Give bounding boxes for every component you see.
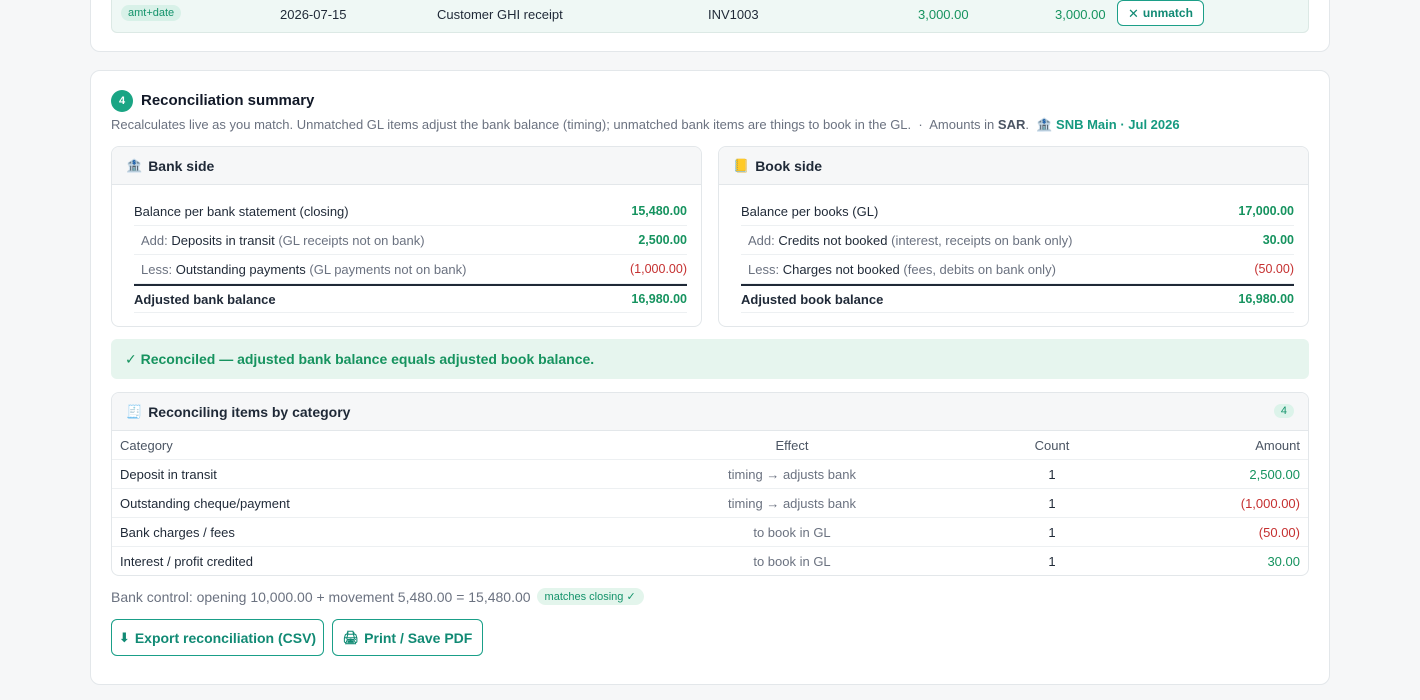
- table-row: Outstanding cheque/payment timing → adju…: [112, 489, 1308, 518]
- bank-balance-amount: 15,480.00: [631, 204, 687, 218]
- book-balance-line: Balance per books (GL) 17,000.00: [741, 197, 1294, 226]
- bank-icon: 🏦: [1036, 117, 1053, 132]
- deposits-in-transit-amount: 2,500.00: [638, 233, 687, 247]
- col-category: Category: [120, 438, 173, 453]
- col-amount: Amount: [1255, 438, 1300, 453]
- adjusted-book-balance-amount: 16,980.00: [1238, 292, 1294, 306]
- book-side-title: Book side: [755, 157, 823, 174]
- bank-icon: 🏦: [126, 158, 143, 173]
- match-type-badge: amt+date: [121, 5, 182, 21]
- receipt-icon: 🧾: [126, 404, 143, 419]
- unmatch-label: unmatch: [1142, 6, 1193, 20]
- amounts-prefix: Amounts in: [929, 117, 995, 132]
- adjusted-book-balance-line: Adjusted book balance 16,980.00: [741, 284, 1294, 313]
- table-row: Bank charges / fees to book in GL 1 (50.…: [112, 518, 1308, 547]
- reconciling-items-header: 🧾 Reconciling items by category 4: [112, 393, 1308, 431]
- charges-not-booked-amount: (50.00): [1254, 262, 1294, 276]
- bank-control-text: Bank control: opening 10,000.00 + moveme…: [111, 588, 531, 605]
- ledger-icon: 📒: [733, 158, 750, 173]
- row-gl-amount: 3,000.00: [1055, 7, 1106, 22]
- bank-control-line: Bank control: opening 10,000.00 + moveme…: [111, 588, 644, 605]
- bank-side-title: Bank side: [148, 157, 215, 174]
- section-subtitle: Recalculates live as you match. Unmatche…: [111, 117, 1180, 132]
- outstanding-payments-amount: (1,000.00): [630, 262, 687, 276]
- col-count: Count: [1034, 438, 1070, 453]
- row-bank-amount: 3,000.00: [918, 7, 969, 22]
- items-count-badge: 4: [1273, 404, 1294, 418]
- print-pdf-label: Print / Save PDF: [364, 629, 473, 646]
- adjusted-bank-balance-line: Adjusted bank balance 16,980.00: [134, 284, 687, 313]
- deposits-in-transit-line: Add: Deposits in transit (GL receipts no…: [134, 226, 687, 255]
- bank-side-panel: 🏦 Bank side Balance per bank statement (…: [111, 146, 702, 327]
- matches-closing-badge: matches closing ✓: [536, 588, 644, 605]
- unmatch-button[interactable]: ✕ unmatch: [1117, 0, 1204, 26]
- table-row: Interest / profit credited to book in GL…: [120, 554, 1300, 569]
- reconciled-status-banner: ✓ Reconciled — adjusted bank balance equ…: [111, 339, 1309, 379]
- step-badge: 4: [111, 90, 133, 112]
- adjusted-bank-balance-amount: 16,980.00: [631, 292, 687, 306]
- book-side-header: 📒 Book side: [719, 147, 1308, 185]
- credits-not-booked-line: Add: Credits not booked (interest, recei…: [741, 226, 1294, 255]
- amounts-suffix: .: [1025, 117, 1029, 132]
- print-pdf-button[interactable]: 🖨 Print / Save PDF: [332, 619, 483, 656]
- currency-code: SAR: [997, 117, 1026, 132]
- charges-not-booked-line: Less: Charges not booked (fees, debits o…: [741, 255, 1294, 284]
- matches-card: amt+date 2026-07-15 Customer GHI receipt…: [90, 0, 1330, 52]
- row-reference: INV1003: [708, 7, 759, 22]
- download-icon: ⬇: [118, 630, 130, 645]
- book-balance-amount: 17,000.00: [1238, 204, 1294, 218]
- table-header-row: Category Effect Count Amount: [112, 431, 1308, 460]
- section-title: Reconciliation summary: [141, 92, 315, 109]
- reconciling-items-title: Reconciling items by category: [148, 403, 351, 420]
- close-icon: ✕: [1128, 5, 1139, 21]
- credits-not-booked-amount: 30.00: [1262, 233, 1294, 247]
- reconciling-items-table: 🧾 Reconciling items by category 4 Catego…: [111, 392, 1309, 576]
- bank-side-header: 🏦 Bank side: [112, 147, 701, 185]
- subtitle-text: Recalculates live as you match. Unmatche…: [111, 117, 912, 132]
- bank-balance-line: Balance per bank statement (closing) 15,…: [134, 197, 687, 226]
- outstanding-payments-line: Less: Outstanding payments (GL payments …: [134, 255, 687, 284]
- row-date: 2026-07-15: [280, 7, 347, 22]
- col-effect: Effect: [775, 438, 809, 453]
- matched-row: amt+date 2026-07-15 Customer GHI receipt…: [111, 0, 1309, 33]
- row-description: Customer GHI receipt: [437, 7, 563, 22]
- book-side-panel: 📒 Book side Balance per books (GL) 17,00…: [718, 146, 1309, 327]
- export-csv-button[interactable]: ⬇ Export reconciliation (CSV): [111, 619, 324, 656]
- reconciliation-summary-card: 4 Reconciliation summary Recalculates li…: [90, 70, 1330, 685]
- export-csv-label: Export reconciliation (CSV): [134, 629, 317, 646]
- account-period: SNB Main · Jul 2026: [1056, 117, 1180, 132]
- printer-icon: 🖨: [342, 630, 360, 645]
- separator-dot: ·: [918, 117, 923, 132]
- table-row: Deposit in transit timing → adjusts bank…: [112, 460, 1308, 489]
